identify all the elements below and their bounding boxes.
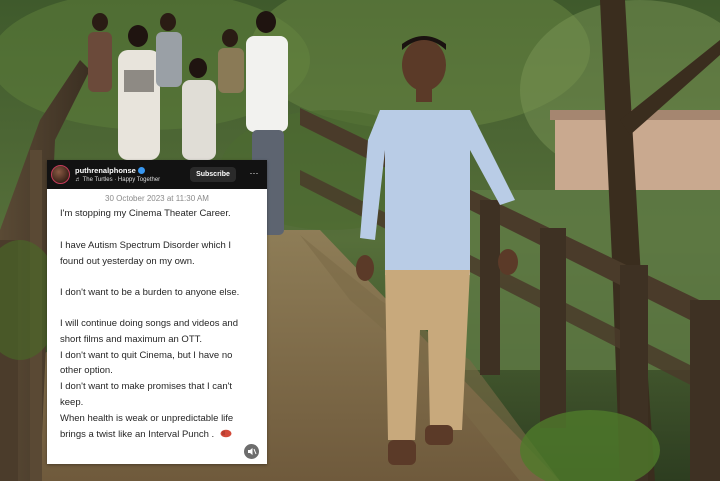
post-text-line: found out yesterday on my own. (60, 256, 195, 267)
mute-icon[interactable] (244, 444, 259, 459)
verified-badge-icon (137, 167, 145, 174)
instagram-post-card: puthrenalphonse ♬ The Turtles · Happy To… (47, 160, 267, 464)
username[interactable]: puthrenalphonse (75, 166, 136, 175)
username-link[interactable]: puthrenalphonse (75, 166, 145, 175)
post-text-line: I don't want to make promises that I can… (60, 381, 233, 392)
post-header: puthrenalphonse ♬ The Turtles · Happy To… (47, 160, 267, 189)
post-text-line: I don't want to be a burden to anyone el… (60, 287, 240, 298)
post-text-line: keep. (60, 397, 84, 408)
fist-bump-emoji-icon (220, 429, 232, 438)
right-railing-post (480, 200, 500, 375)
more-options-icon[interactable]: ··· (248, 167, 260, 181)
avatar[interactable] (51, 165, 70, 184)
post-text-line: I have Autism Spectrum Disorder which I (60, 240, 232, 251)
post-text-line: I don't want to quit Cinema, but I have … (60, 350, 233, 361)
music-track-label: The Turtles · Happy Together (82, 177, 161, 183)
post-text-line: When health is weak or unpredictable lif… (60, 413, 234, 424)
post-text-line: I'm stopping my Cinema Theater Career. (60, 208, 231, 219)
post-text-line: other option. (60, 365, 113, 376)
post-text-line-last: brings a twist like an Interval Punch . (60, 429, 232, 441)
right-railing-post (540, 228, 566, 428)
right-railing-post (690, 300, 720, 481)
music-note-icon: ♬ (75, 177, 81, 183)
post-timestamp: 30 October 2023 at 11:30 AM (105, 194, 209, 203)
post-text-line: I will continue doing songs and videos a… (60, 318, 238, 329)
post-text-line: short films and maximum an OTT. (60, 334, 203, 345)
subscribe-button[interactable]: Subscribe (190, 167, 236, 182)
post-text-line: brings a twist like an Interval Punch . (60, 429, 215, 440)
music-track[interactable]: ♬ The Turtles · Happy Together (75, 176, 160, 184)
